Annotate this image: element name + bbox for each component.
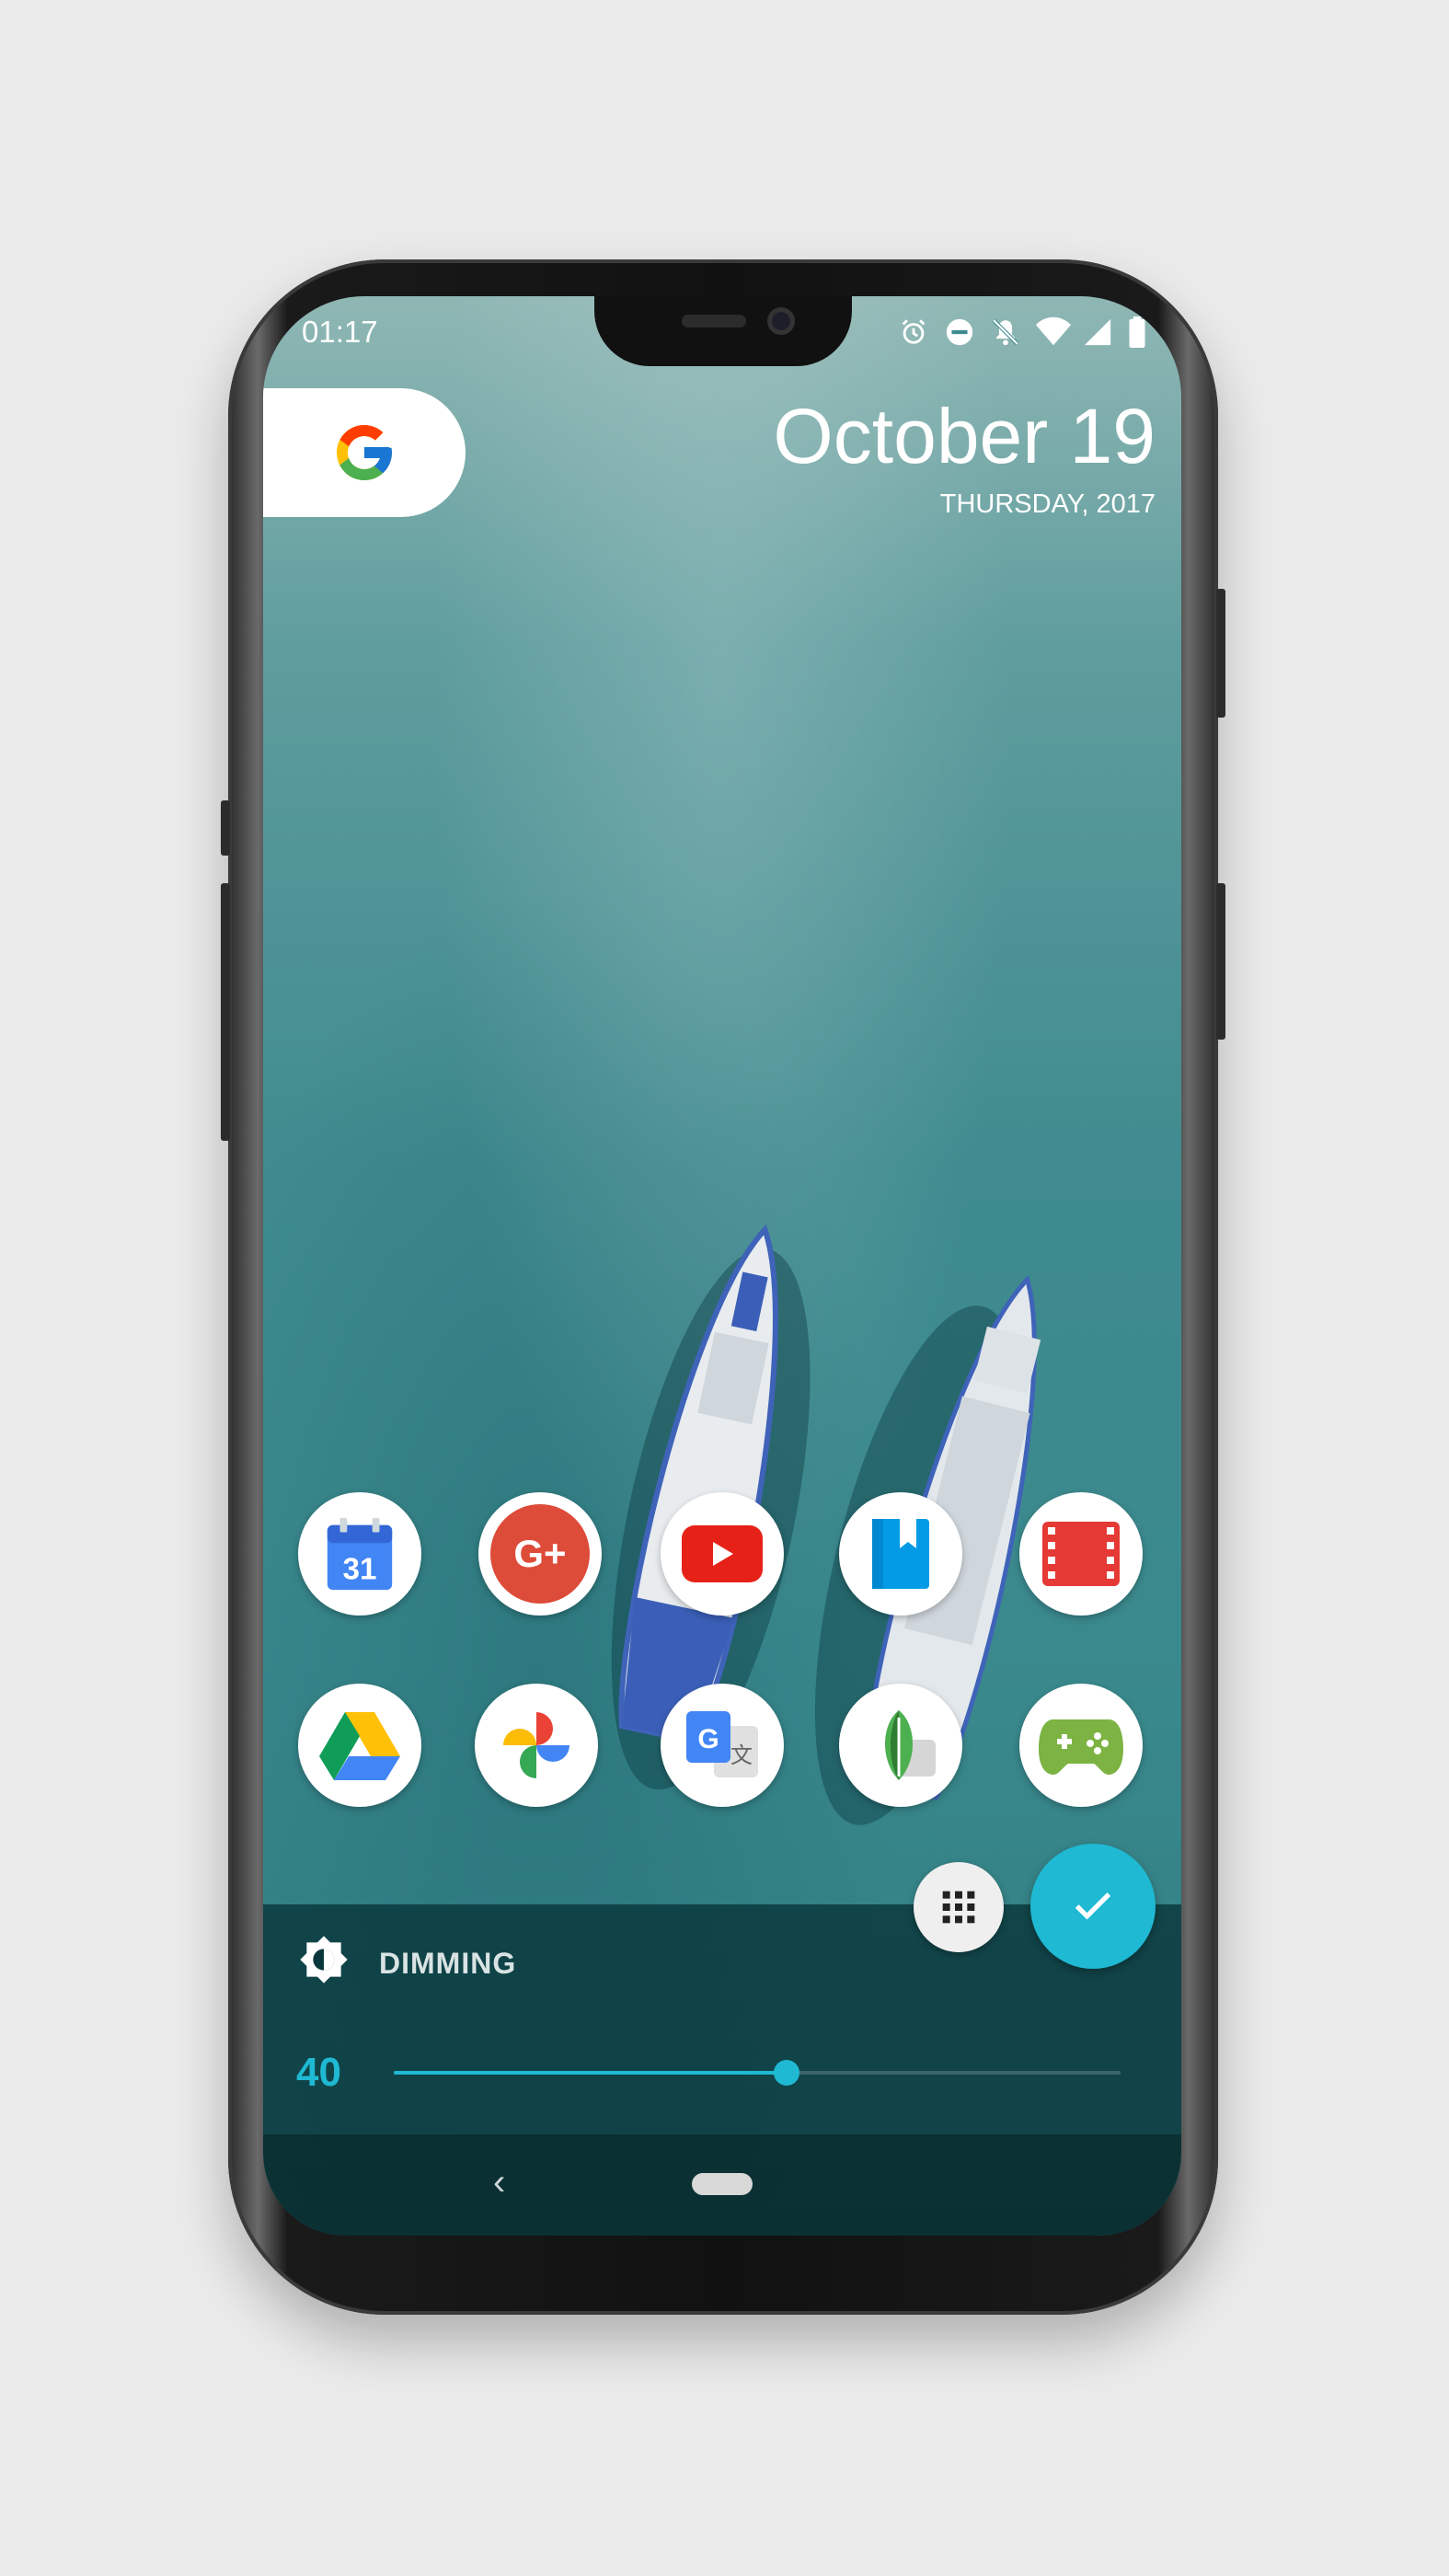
app-drawer-button[interactable] [914,1862,1004,1952]
checkmark-icon [1075,1892,1111,1920]
calendar-day-text: 31 [343,1552,377,1586]
google-g-icon [337,425,392,480]
navigation-bar: ‹ [263,2134,1181,2236]
phone-screen: 01:17 October 19 THURSDAY, 2017 31 G+ G … [263,296,1181,2236]
calendar-icon: 31 [327,1517,393,1591]
dimming-value: 40 [296,2050,341,2095]
google-translate-app[interactable]: G 文 [661,1684,784,1807]
google-plus-text: G+ [513,1532,567,1575]
google-plus-app[interactable]: G+ [478,1492,602,1616]
play-books-app[interactable] [839,1492,962,1616]
google-logo [270,388,459,517]
play-movies-app[interactable] [1019,1492,1143,1616]
dimming-slider-thumb[interactable] [773,2060,799,2086]
google-photos-icon [503,1712,569,1778]
svg-text:G: G [697,1724,719,1754]
alarm-icon [898,316,929,348]
play-games-app[interactable] [1019,1684,1143,1807]
svg-text:文: 文 [730,1742,753,1768]
side-button [1216,883,1225,1040]
google-drive-icon [319,1712,400,1780]
battery-icon [1128,316,1146,348]
apply-button[interactable] [1030,1844,1156,1969]
google-translate-icon: G 文 [686,1711,758,1777]
notifications-off-icon [990,316,1021,348]
google-search-pill[interactable] [263,388,466,517]
status-time: 01:17 [302,315,378,349]
play-books-icon [872,1519,929,1589]
back-button[interactable]: ‹ [493,2162,505,2203]
brightness-icon [298,1934,350,1985]
google-photos-app[interactable] [475,1684,598,1807]
dimming-slider-fill [394,2071,787,2075]
volume-button [221,883,230,1141]
clock-widget-date[interactable]: October 19 [773,392,1156,481]
play-games-icon [1039,1719,1123,1775]
dimming-slider[interactable] [394,2060,1121,2086]
youtube-icon [682,1525,763,1582]
play-movies-icon [1042,1522,1120,1586]
clock-widget-day: THURSDAY, 2017 [939,489,1156,519]
google-plus-icon: G+ [490,1504,590,1604]
status-icons [898,316,1146,348]
signal-icon [1082,316,1113,348]
calendar-app[interactable]: 31 [298,1492,421,1616]
power-button [1216,589,1225,718]
google-drive-app[interactable] [298,1684,421,1807]
do-not-disturb-icon [944,316,975,348]
alert-slider [221,800,230,856]
grid-icon [942,1891,975,1924]
status-bar: 01:17 [263,296,1181,366]
youtube-app[interactable] [661,1492,784,1616]
dimming-label: DIMMING [379,1947,517,1980]
wifi-icon [1036,316,1071,348]
home-pill-button[interactable] [692,2173,753,2195]
snapseed-app[interactable] [839,1684,962,1807]
snapseed-icon [885,1710,936,1780]
